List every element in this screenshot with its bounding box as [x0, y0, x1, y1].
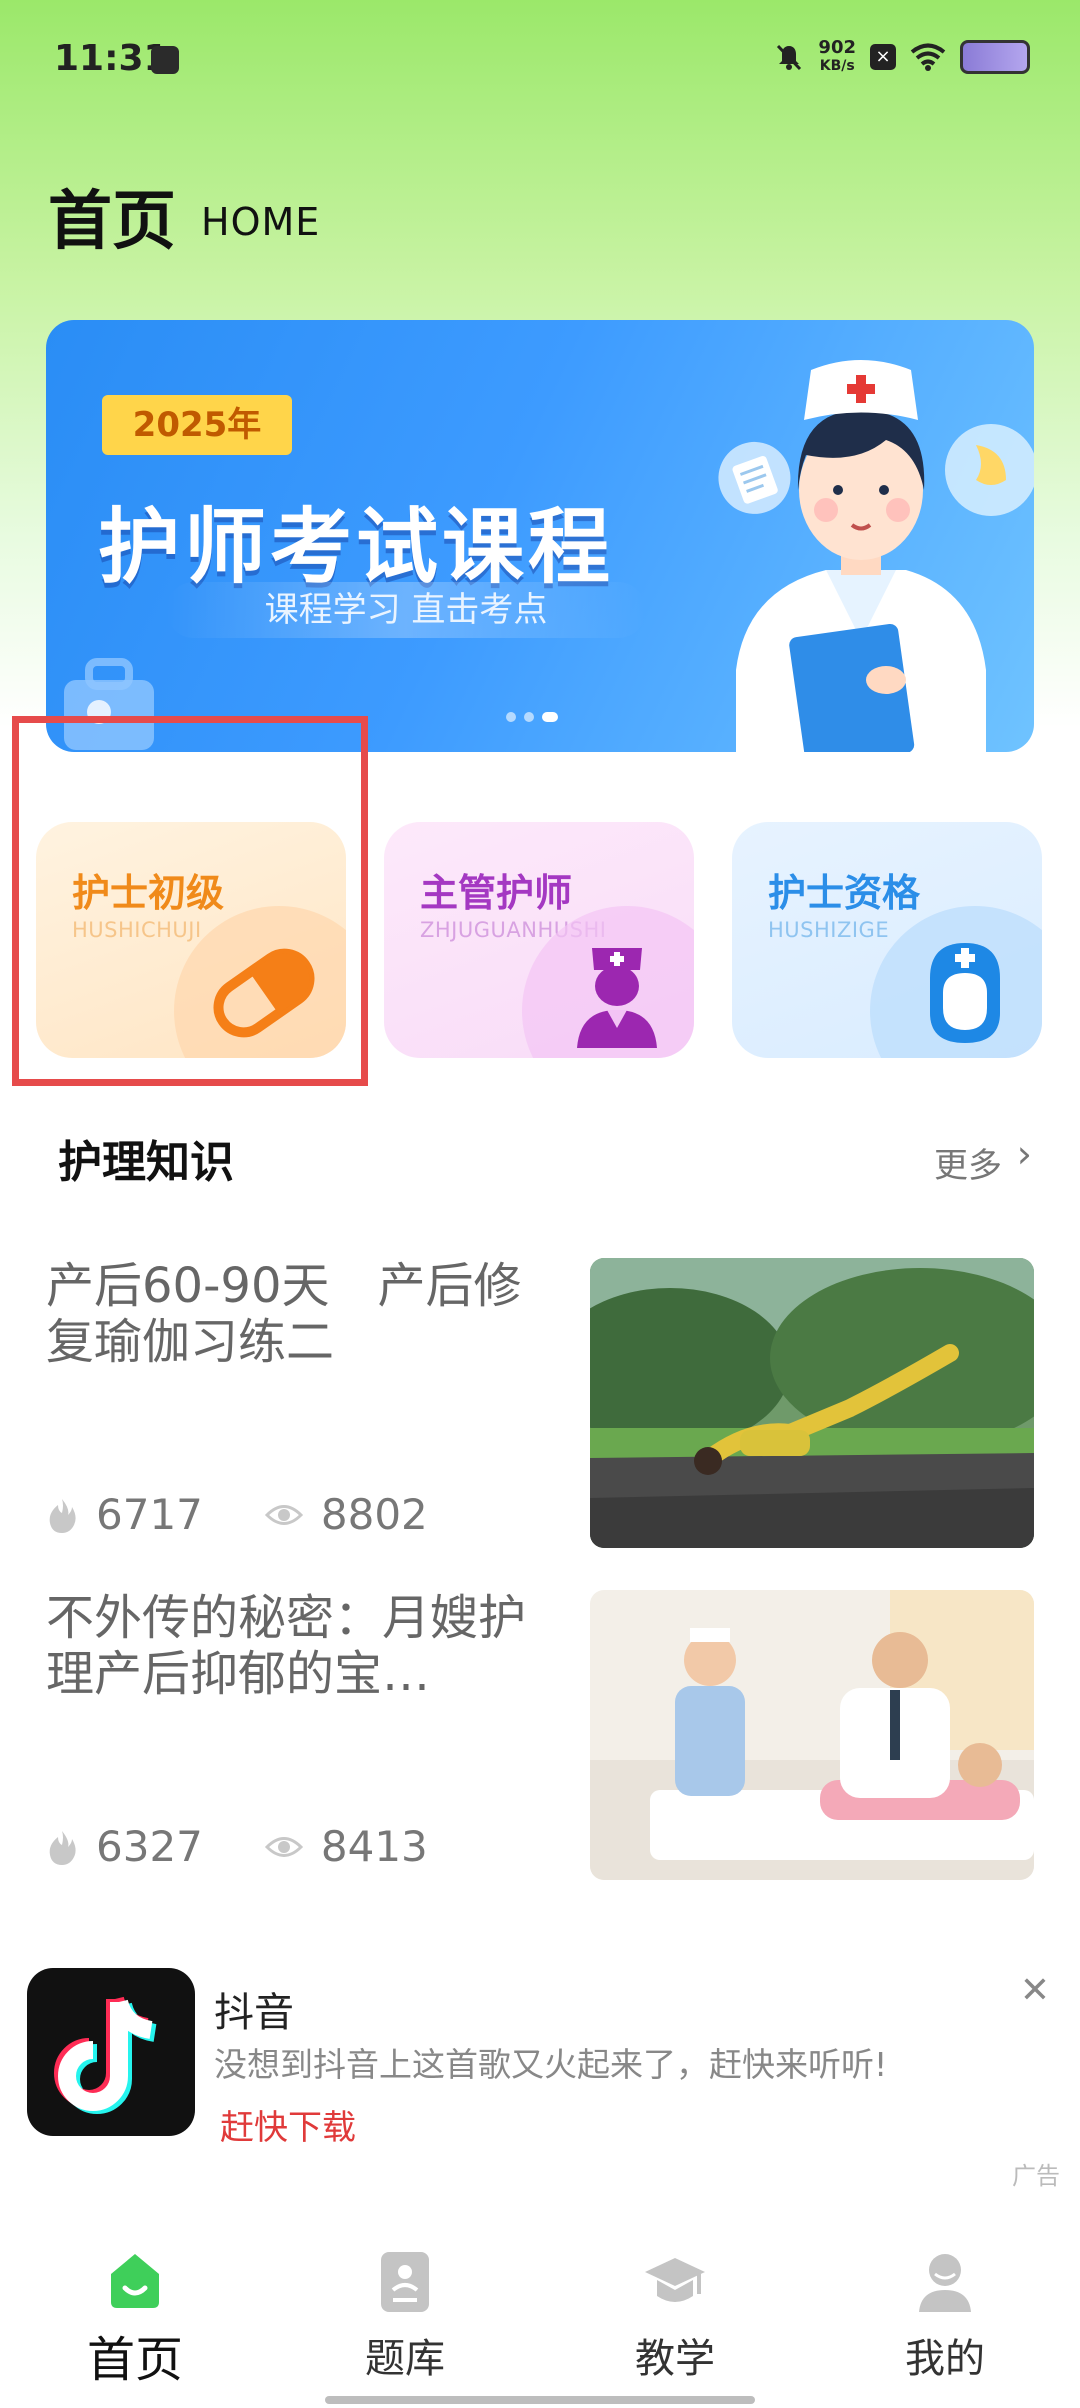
category-title: 护士资格 — [768, 871, 921, 915]
ad-app-name: 抖音 — [214, 1990, 294, 2036]
home-icon — [111, 2254, 159, 2308]
close-icon[interactable]: ✕ — [1020, 1970, 1050, 2011]
flame-icon — [49, 1498, 76, 1533]
article-thumbnail — [590, 1590, 1034, 1880]
article-item[interactable]: 不外传的秘密：月嫂护理产后抑郁的宝… 6327 8413 — [0, 1590, 1080, 1890]
ad-download-button[interactable]: 赶快下载 — [220, 2100, 356, 2149]
promo-banner[interactable]: 2025年 护师考试课程 课程学习 直击考点 — [46, 320, 1034, 752]
graduation-cap-icon — [645, 2258, 705, 2302]
question-bank-icon — [381, 2252, 429, 2312]
nav-label: 教学 — [635, 2336, 715, 2382]
section-title: 护理知识 — [58, 1137, 234, 1188]
nav-item-question-bank[interactable]: 题库 — [270, 2220, 540, 2408]
more-link[interactable]: 更多 — [934, 1138, 1002, 1187]
network-speed-value: 902 — [818, 37, 856, 58]
category-subtitle: HUSHIZIGE — [768, 918, 890, 942]
nav-label: 题库 — [365, 2336, 445, 2382]
network-speed-unit: KB/s — [819, 58, 855, 74]
mute-bell-icon — [777, 44, 802, 71]
banner-pagination — [506, 712, 558, 722]
no-sim-icon: × — [870, 44, 896, 70]
nav-label: 首页 — [86, 2332, 183, 2388]
nurse-illustration — [718, 360, 1034, 752]
profile-icon — [919, 2254, 971, 2312]
status-bar: 11:31 902 KB/s × — [0, 0, 1080, 120]
gesture-home-bar[interactable] — [325, 2396, 755, 2404]
ad-label: 广告 — [1012, 2162, 1060, 2190]
eye-icon — [264, 1836, 303, 1857]
page-title: 首页 — [48, 185, 176, 259]
tiktok-logo-icon — [54, 1996, 157, 2114]
article-thumbnail — [590, 1258, 1034, 1548]
nav-label: 我的 — [905, 2336, 985, 2382]
article-likes: 6717 — [96, 1490, 203, 1539]
nurse-avatar-icon — [577, 948, 657, 1048]
chevron-right-icon[interactable]: › — [1017, 1132, 1032, 1176]
flame-icon — [49, 1830, 76, 1865]
article-likes: 6327 — [96, 1822, 203, 1871]
article-stats: 6717 8802 — [46, 1490, 490, 1539]
selection-highlight-box — [12, 716, 368, 1086]
nurse-cap-icon — [930, 943, 1000, 1043]
nav-item-home[interactable]: 首页 — [0, 2220, 270, 2408]
ad-banner[interactable]: 抖音 没想到抖音上这首歌又火起来了，赶快来听听! 赶快下载 ✕ 广告 — [0, 1950, 1080, 2190]
wifi-icon — [910, 43, 946, 71]
eye-icon — [264, 1504, 303, 1525]
banner-year-badge: 2025年 — [102, 395, 292, 455]
article-title: 产后60-90天 产后修复瑜伽习练二 — [46, 1258, 522, 1370]
bottom-nav: 首页 题库 教学 我的 — [0, 2220, 1080, 2408]
article-views: 8802 — [320, 1490, 428, 1539]
category-card-nurse-qualification[interactable]: 护士资格 HUSHIZIGE — [732, 822, 1042, 1058]
nav-item-teaching[interactable]: 教学 — [540, 2220, 810, 2408]
article-title: 不外传的秘密：月嫂护理产后抑郁的宝… — [46, 1590, 527, 1702]
article-views: 8413 — [320, 1822, 428, 1871]
nav-item-profile[interactable]: 我的 — [810, 2220, 1080, 2408]
douyin-app-icon — [27, 1968, 195, 2136]
pagination-dot — [506, 712, 516, 722]
pagination-dot-active — [542, 712, 558, 722]
pagination-dot — [524, 712, 534, 722]
notification-icon — [151, 46, 179, 74]
article-stats: 6327 8413 — [46, 1822, 490, 1871]
network-speed: 902 KB/s — [818, 38, 856, 76]
status-icons: 902 KB/s × — [774, 38, 1030, 76]
banner-subtitle: 课程学习 直击考点 — [166, 582, 646, 638]
ad-description: 没想到抖音上这首歌又火起来了，赶快来听听! — [214, 2045, 888, 2084]
category-card-supervisor-nurse[interactable]: 主管护师 ZHJUGUANHUSHI — [384, 822, 694, 1058]
category-title: 主管护师 — [420, 871, 573, 915]
page-subtitle: HOME — [201, 200, 321, 244]
article-item[interactable]: 产后60-90天 产后修复瑜伽习练二 6717 8802 — [0, 1258, 1080, 1558]
battery-icon — [960, 40, 1030, 74]
